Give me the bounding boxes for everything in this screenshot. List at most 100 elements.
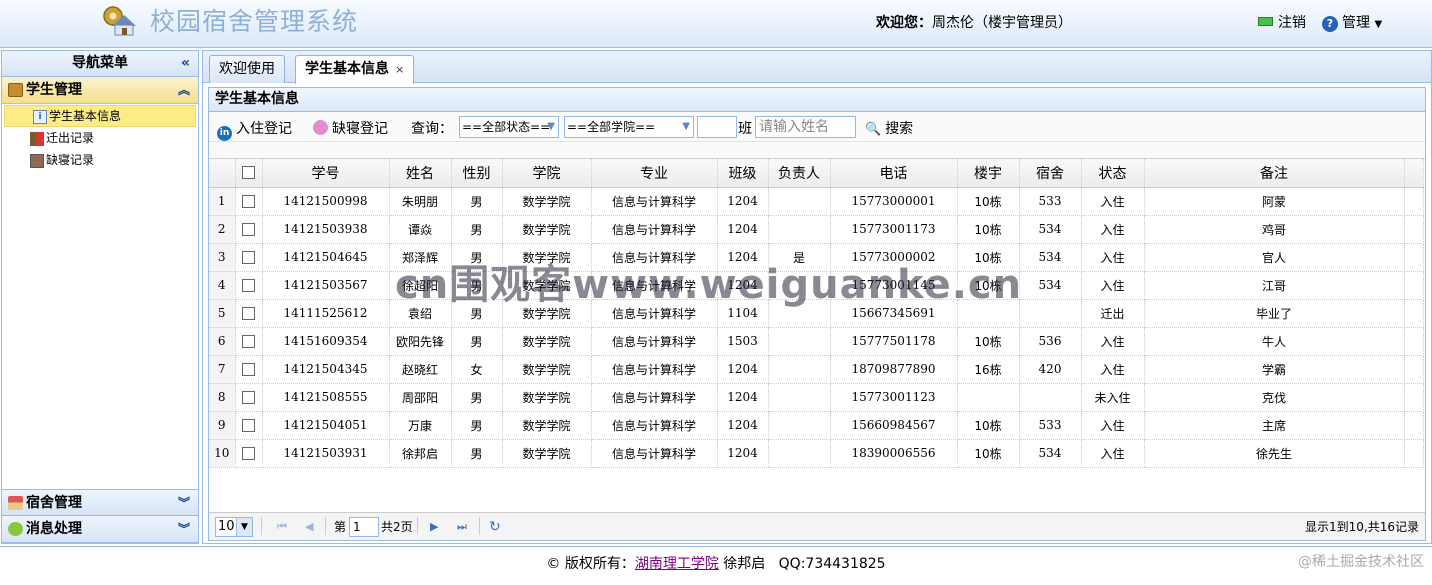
checkin-button[interactable]: in 入住登记 — [217, 118, 292, 141]
row-select-cell[interactable] — [235, 271, 263, 300]
search-button[interactable]: 🔍 搜索 — [865, 118, 913, 138]
row-checkbox[interactable] — [242, 419, 255, 432]
table-cell: 欧阳先锋 — [389, 327, 452, 356]
table-row[interactable]: 4 14121503567 徐超阳男数学学院 信息与计算科学 1204 157730011… — [209, 271, 1424, 300]
row-select-cell[interactable] — [235, 299, 263, 328]
table-cell: 江哥 — [1144, 271, 1405, 300]
accordion-student-management[interactable]: 学生管理 ︽ — [2, 77, 198, 104]
college-select[interactable]: ==全部学院== ▼ — [564, 116, 694, 138]
row-checkbox[interactable] — [242, 447, 255, 460]
row-checkbox[interactable] — [242, 195, 255, 208]
accordion-message-handling[interactable]: 消息处理 ︾ — [2, 516, 198, 543]
column-header[interactable]: 姓名 — [389, 159, 452, 188]
table-cell: 袁绍 — [389, 299, 452, 328]
table-cell: 10栋 — [957, 187, 1020, 216]
row-select-cell[interactable] — [235, 243, 263, 272]
absence-register-button[interactable]: 缺寝登记 — [313, 118, 388, 138]
manage-menu-button[interactable]: ? 管理 ▼ — [1322, 12, 1382, 32]
select-all-cell[interactable] — [235, 159, 263, 188]
accordion-label: 宿舍管理 — [26, 495, 82, 511]
next-page-icon[interactable]: ▶ — [430, 517, 438, 537]
accordion-dorm-management[interactable]: 宿舍管理 ︾ — [2, 489, 198, 516]
table-cell: 男 — [451, 299, 503, 328]
row-checkbox[interactable] — [242, 223, 255, 236]
school-link[interactable]: 湖南理工学院 — [635, 556, 719, 572]
status-select[interactable]: ==全部状态== ▼ — [459, 116, 559, 138]
footer: © 版权所有：湖南理工学院 徐邦启 QQ:734431825 @稀土掘金技术社区 — [0, 546, 1432, 585]
column-header[interactable]: 宿舍 — [1019, 159, 1082, 188]
column-header[interactable]: 班级 — [717, 159, 769, 188]
row-select-cell[interactable] — [235, 383, 263, 412]
refresh-icon[interactable]: ↻ — [489, 517, 501, 537]
table-cell: 10栋 — [957, 327, 1020, 356]
table-cell: 1204 — [717, 439, 769, 468]
scroll-gutter — [1404, 159, 1424, 188]
table-row[interactable]: 1 14121500998 朱明朋男数学学院 信息与计算科学 1204 157730000… — [209, 187, 1424, 216]
row-select-cell[interactable] — [235, 215, 263, 244]
column-header[interactable]: 备注 — [1144, 159, 1405, 188]
table-cell: 阿蒙 — [1144, 187, 1405, 216]
menu-item-label: 缺寝记录 — [46, 153, 95, 167]
row-select-cell[interactable] — [235, 439, 263, 468]
table-cell: 男 — [451, 215, 503, 244]
table-cell: 入住 — [1081, 439, 1145, 468]
row-checkbox[interactable] — [242, 335, 255, 348]
class-input[interactable] — [697, 116, 737, 138]
page-number-input[interactable]: 1 — [349, 517, 379, 537]
row-checkbox[interactable] — [242, 391, 255, 404]
column-header[interactable]: 性别 — [451, 159, 503, 188]
page-size-select[interactable]: 10 ▼ — [215, 517, 253, 537]
column-header[interactable]: 电话 — [830, 159, 958, 188]
tab-student-info[interactable]: 学生基本信息 × — [295, 55, 415, 84]
column-header[interactable]: 楼宇 — [957, 159, 1020, 188]
collapse-sidebar-icon[interactable]: « — [181, 51, 190, 75]
table-row[interactable]: 9 14121504051 万康男数学学院 信息与计算科学 1204 1566098456… — [209, 411, 1424, 440]
table-cell: 徐先生 — [1144, 439, 1405, 468]
pager-info: 显示1到10,共16记录 — [1305, 520, 1419, 534]
scroll-gutter — [1404, 355, 1424, 384]
table-cell: 男 — [451, 187, 503, 216]
table-cell: 数学学院 — [502, 327, 592, 356]
menu-item-move-out-records[interactable]: 迁出记录 — [2, 128, 198, 150]
table-cell: 男 — [451, 439, 503, 468]
welcome-text: 欢迎您：周杰伦（楼宇管理员） — [876, 12, 1072, 32]
table-row[interactable]: 2 14121503938 谭焱男数学学院 信息与计算科学 1204 1577300117… — [209, 215, 1424, 244]
menu-item-absence-records[interactable]: 缺寝记录 — [2, 150, 198, 172]
first-page-icon[interactable]: ⏮ — [277, 517, 287, 537]
table-cell: 534 — [1019, 271, 1082, 300]
row-select-cell[interactable] — [235, 327, 263, 356]
name-search-input[interactable]: 请输入姓名 — [755, 116, 856, 138]
column-header[interactable]: 学号 — [262, 159, 390, 188]
menu-item-student-info[interactable]: i 学生基本信息 — [4, 105, 196, 127]
table-row[interactable]: 3 14121504645 郑泽辉男数学学院 信息与计算科学 1204 是 15773000… — [209, 243, 1424, 272]
last-page-icon[interactable]: ⏭ — [457, 517, 467, 537]
table-row[interactable]: 10 14121503931 徐邦启男数学学院 信息与计算科学 1204 18390006… — [209, 439, 1424, 468]
help-icon: ? — [1322, 16, 1338, 32]
row-checkbox[interactable] — [242, 363, 255, 376]
row-checkbox[interactable] — [242, 251, 255, 264]
main-content: 欢迎使用 学生基本信息 × 学生基本信息 in 入住登记 缺寝登记 查询： ==全部… — [202, 50, 1432, 544]
table-cell: 15773001123 — [830, 383, 958, 412]
app-title: 校园宿舍管理系统 — [150, 7, 359, 36]
column-header[interactable]: 负责人 — [768, 159, 831, 188]
logout-button[interactable]: 注销 — [1258, 12, 1306, 32]
row-select-cell[interactable] — [235, 355, 263, 384]
select-all-checkbox[interactable] — [242, 166, 255, 180]
panel-title: 学生基本信息 — [209, 88, 1425, 112]
tab-welcome[interactable]: 欢迎使用 — [209, 55, 285, 83]
chevron-down-icon: ▼ — [682, 121, 690, 132]
row-checkbox[interactable] — [242, 307, 255, 320]
table-row[interactable]: 8 14121508555 周邵阳男数学学院 信息与计算科学 1204 157730011… — [209, 383, 1424, 412]
row-checkbox[interactable] — [242, 279, 255, 292]
row-select-cell[interactable] — [235, 411, 263, 440]
column-header[interactable]: 状态 — [1081, 159, 1145, 188]
table-cell: 14121503938 — [262, 215, 390, 244]
table-row[interactable]: 7 14121504345 赵晓红女数学学院 信息与计算科学 1204 187098778… — [209, 355, 1424, 384]
row-select-cell[interactable] — [235, 187, 263, 216]
prev-page-icon[interactable]: ◀ — [305, 517, 313, 537]
table-row[interactable]: 5 14111525612 袁绍男数学学院 信息与计算科学 1104 1566734569… — [209, 299, 1424, 328]
column-header[interactable]: 专业 — [591, 159, 718, 188]
close-tab-icon[interactable]: × — [395, 63, 404, 76]
column-header[interactable]: 学院 — [502, 159, 592, 188]
table-row[interactable]: 6 14151609354 欧阳先锋男数学学院 信息与计算科学 1503 15777501… — [209, 327, 1424, 356]
